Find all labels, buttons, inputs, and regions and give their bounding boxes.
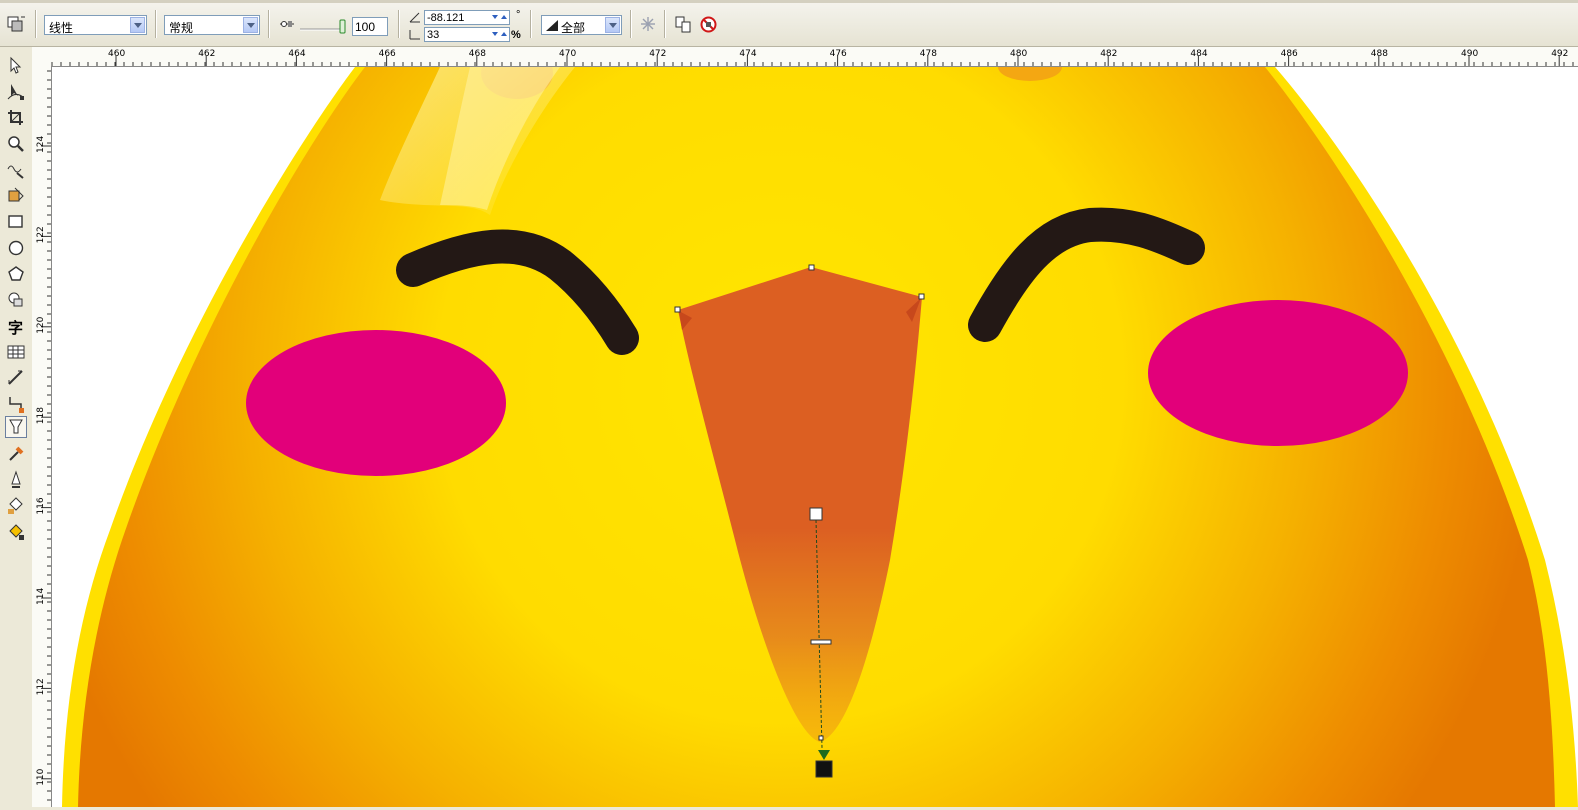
drawing-canvas[interactable]: [52, 67, 1578, 807]
table-tool-icon[interactable]: [5, 341, 27, 363]
horizontal-ruler[interactable]: 460 462 464 466 468 470 472 474 476 478 480 482 484 4…: [32, 47, 1578, 67]
right-cheek: [1148, 300, 1408, 446]
separator: [664, 10, 666, 38]
chevron-down-icon[interactable]: [605, 17, 620, 33]
ruler-label: 484: [1190, 49, 1207, 59]
apply-target-value: 全部: [561, 21, 586, 35]
ruler-label: 114: [36, 588, 46, 605]
ruler-label: 486: [1281, 49, 1298, 59]
separator: [530, 10, 532, 38]
ruler-label: 474: [739, 49, 756, 59]
basic-shapes-tool-icon[interactable]: [5, 289, 27, 311]
angle-field[interactable]: -88.121: [424, 10, 510, 25]
transparency-slider[interactable]: [298, 17, 348, 35]
top-menu-strip: [0, 0, 1578, 3]
smart-fill-tool-icon[interactable]: [5, 185, 27, 207]
vertical-ruler-ticks: 124 122 120 118 116 114 112 110: [36, 70, 51, 801]
edge-pad-value: 33: [427, 29, 440, 41]
freehand-tool-icon[interactable]: [5, 159, 27, 181]
ruler-label: 468: [469, 49, 486, 59]
transparency-end-handle[interactable]: [815, 760, 833, 778]
ruler-label: 466: [379, 49, 396, 59]
transparency-presets-icon[interactable]: [7, 15, 27, 33]
ruler-label: 464: [288, 49, 305, 59]
separator: [155, 10, 157, 38]
dimension-tool-icon[interactable]: [5, 367, 27, 389]
transparency-small-node[interactable]: [818, 735, 824, 741]
ruler-label: 460: [108, 49, 125, 59]
separator: [630, 10, 632, 38]
chevron-down-icon[interactable]: [243, 17, 258, 33]
ruler-label: 122: [36, 226, 46, 243]
zoom-tool-icon[interactable]: [5, 133, 27, 155]
target-icon: [546, 20, 558, 31]
angle-unit: °: [516, 9, 521, 21]
beak-node-top[interactable]: [808, 264, 815, 271]
angle-spinner[interactable]: [490, 12, 508, 23]
transparency-type-value: 线性: [49, 21, 74, 35]
copy-transparency-icon[interactable]: [674, 15, 692, 33]
eyedropper-tool-icon[interactable]: [5, 443, 27, 465]
beak-node-left[interactable]: [674, 306, 681, 313]
ruler-label: 482: [1100, 49, 1117, 59]
ruler-label: 112: [36, 678, 46, 695]
edge-pad-unit: %: [511, 29, 521, 41]
text-tool-icon[interactable]: 字: [5, 315, 27, 337]
freeze-transparency-icon[interactable]: [640, 16, 656, 32]
angle-icon: [408, 11, 422, 24]
ruler-label: 490: [1461, 49, 1478, 59]
ruler-label: 110: [36, 768, 46, 785]
edge-pad-field[interactable]: 33: [424, 27, 510, 42]
fill-tool-icon[interactable]: [5, 495, 27, 517]
text-tool-glyph: 字: [8, 319, 24, 337]
transparency-value-text: 100: [355, 20, 376, 34]
chevron-down-icon[interactable]: [130, 17, 145, 33]
shape-tool-icon[interactable]: [5, 81, 27, 103]
transparency-start-handle[interactable]: [809, 507, 823, 521]
crop-tool-icon[interactable]: [5, 107, 27, 129]
ruler-label: 470: [559, 49, 576, 59]
transparency-midpoint-handle[interactable]: [810, 639, 832, 645]
separator: [268, 10, 270, 38]
interactive-transparency-tool-icon[interactable]: [5, 416, 27, 438]
beak-node-right[interactable]: [918, 293, 925, 300]
ruler-label: 472: [649, 49, 666, 59]
ruler-label: 462: [198, 49, 215, 59]
toolbox: 字: [0, 47, 33, 807]
pick-tool-icon[interactable]: [5, 55, 27, 77]
ruler-label: 476: [830, 49, 847, 59]
property-bar: 线性 常规 100 -88.121 ° 33 % 全部: [0, 0, 1578, 47]
polygon-tool-icon[interactable]: [5, 263, 27, 285]
ruler-label: 116: [36, 497, 46, 514]
separator: [398, 10, 400, 38]
ruler-label: 492: [1551, 49, 1568, 59]
ruler-label: 118: [36, 407, 46, 424]
separator: [35, 10, 37, 38]
ruler-label: 124: [36, 136, 46, 153]
transparency-type-select[interactable]: 线性: [44, 15, 147, 35]
ruler-label: 480: [1010, 49, 1027, 59]
vertical-ruler[interactable]: 124 122 120 118 116 114 112 110: [32, 66, 52, 807]
blend-mode-select[interactable]: 常规: [164, 15, 260, 35]
chick-illustration[interactable]: [52, 67, 1578, 807]
connector-tool-icon[interactable]: [5, 393, 27, 415]
transparency-value-field[interactable]: 100: [352, 17, 388, 36]
blend-mode-value: 常规: [169, 21, 194, 35]
clear-transparency-icon[interactable]: [700, 16, 717, 33]
outline-tool-icon[interactable]: [5, 469, 27, 491]
ellipse-tool-icon[interactable]: [5, 237, 27, 259]
apply-target-select[interactable]: 全部: [541, 15, 622, 35]
horizontal-ruler-ticks: 460 462 464 466 468 470 472 474 476 478 480 482 484 4…: [51, 49, 1574, 66]
ruler-label: 120: [36, 316, 46, 333]
rectangle-tool-icon[interactable]: [5, 211, 27, 233]
ruler-label: 478: [920, 49, 937, 59]
edge-pad-spinner[interactable]: [490, 29, 508, 40]
transparency-midpoint-icon: [279, 18, 295, 30]
interactive-fill-tool-icon[interactable]: [5, 521, 27, 543]
ruler-label: 488: [1371, 49, 1388, 59]
angle-value: -88.121: [427, 12, 465, 24]
left-cheek: [246, 330, 506, 476]
edge-pad-icon: [408, 28, 422, 41]
